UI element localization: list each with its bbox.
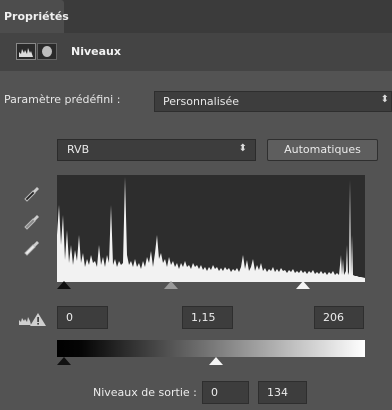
preset-value: Personnalisée bbox=[163, 95, 240, 108]
output-black-handle[interactable] bbox=[57, 357, 71, 365]
panel-header: Niveaux bbox=[0, 33, 392, 71]
white-point-handle[interactable] bbox=[296, 281, 310, 289]
updown-arrows-icon: ⬍ bbox=[380, 94, 389, 105]
clipping-warning-icon[interactable] bbox=[18, 311, 50, 327]
tab-properties[interactable]: Propriétés bbox=[0, 0, 69, 33]
preset-select[interactable]: Personnalisée ⬍ bbox=[154, 91, 392, 112]
input-levels-slider[interactable] bbox=[57, 280, 365, 294]
histogram bbox=[57, 175, 365, 282]
channel-value: RVB bbox=[67, 143, 90, 156]
output-white-field[interactable]: 134 bbox=[258, 381, 307, 404]
black-eyedropper-icon[interactable] bbox=[21, 181, 43, 203]
input-black-field[interactable]: 0 bbox=[57, 306, 108, 329]
levels-histogram-icon[interactable] bbox=[16, 43, 36, 60]
updown-arrows-icon: ⬍ bbox=[238, 143, 247, 154]
auto-button[interactable]: Automatiques bbox=[267, 139, 378, 161]
black-point-handle[interactable] bbox=[57, 281, 71, 289]
adjustment-title: Niveaux bbox=[71, 45, 121, 58]
layer-mask-icon[interactable] bbox=[37, 43, 57, 60]
output-gradient-bar bbox=[57, 340, 365, 357]
histogram-graph bbox=[57, 177, 365, 282]
channel-select[interactable]: RVB ⬍ bbox=[57, 139, 256, 161]
input-gamma-field[interactable]: 1,15 bbox=[182, 306, 233, 329]
output-white-handle[interactable] bbox=[209, 357, 223, 365]
gray-eyedropper-icon[interactable] bbox=[21, 209, 43, 231]
white-eyedropper-icon[interactable] bbox=[21, 235, 43, 257]
midtone-handle[interactable] bbox=[164, 281, 178, 289]
input-white-field[interactable]: 206 bbox=[314, 306, 364, 329]
output-levels-label: Niveaux de sortie : bbox=[93, 386, 197, 399]
output-black-field[interactable]: 0 bbox=[202, 381, 249, 404]
tab-bar: Propriétés bbox=[0, 0, 392, 33]
output-levels-slider[interactable] bbox=[57, 356, 365, 370]
preset-label: Paramètre prédéfini : bbox=[4, 93, 121, 106]
